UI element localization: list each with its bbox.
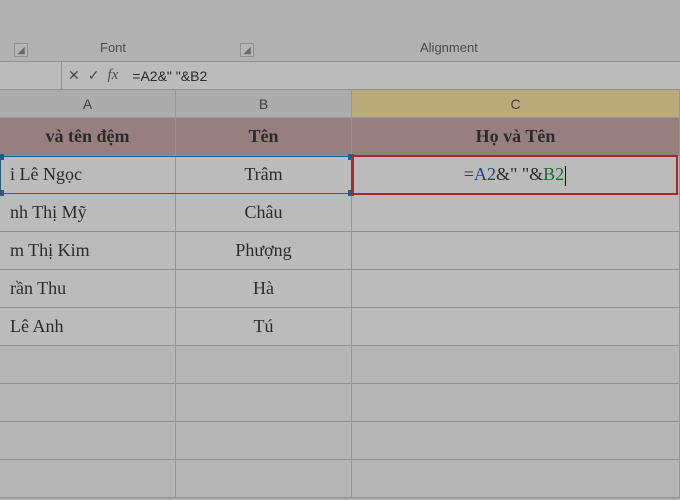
- header-cell-b[interactable]: Tên: [176, 118, 352, 156]
- cell-c3[interactable]: [352, 194, 680, 232]
- cell-c6[interactable]: [352, 308, 680, 346]
- empty-cell[interactable]: [0, 384, 176, 422]
- empty-cell[interactable]: [352, 384, 680, 422]
- formula-input[interactable]: =A2&" "&B2: [124, 68, 680, 84]
- cell-b4[interactable]: Phượng: [176, 232, 352, 270]
- cell-b5[interactable]: Hà: [176, 270, 352, 308]
- cell-b2[interactable]: Trâm: [176, 156, 352, 194]
- header-cell-c[interactable]: Họ và Tên: [352, 118, 680, 156]
- enter-icon[interactable]: ✓: [88, 67, 100, 84]
- column-header-c[interactable]: C: [352, 90, 680, 118]
- cancel-icon[interactable]: ✕: [68, 67, 80, 84]
- ribbon-group-font-label: Font: [100, 40, 126, 55]
- insert-function-icon[interactable]: fx: [107, 67, 118, 84]
- inline-formula: =A2&" "&B2: [464, 164, 566, 186]
- empty-cell[interactable]: [0, 460, 176, 498]
- empty-cell[interactable]: [176, 384, 352, 422]
- cell-a3[interactable]: nh Thị Mỹ: [0, 194, 176, 232]
- formula-bar: ✕ ✓ fx =A2&" "&B2: [0, 62, 680, 90]
- empty-cell[interactable]: [0, 346, 176, 384]
- column-header-b[interactable]: B: [176, 90, 352, 118]
- empty-cell[interactable]: [176, 422, 352, 460]
- cell-a5[interactable]: rần Thu: [0, 270, 176, 308]
- cell-c5[interactable]: [352, 270, 680, 308]
- sheet-body[interactable]: và tên đệm Tên Họ và Tên i Lê Ngọc Trâm …: [0, 118, 680, 346]
- ribbon-group-alignment-label: Alignment: [420, 40, 478, 55]
- cell-b3[interactable]: Châu: [176, 194, 352, 232]
- empty-cell[interactable]: [0, 422, 176, 460]
- header-cell-a[interactable]: và tên đệm: [0, 118, 176, 156]
- spreadsheet-grid[interactable]: A B C và tên đệm Tên Họ và Tên i Lê Ngọc…: [0, 90, 680, 498]
- cell-b6[interactable]: Tú: [176, 308, 352, 346]
- cell-a2[interactable]: i Lê Ngọc: [0, 156, 176, 194]
- active-cell-c2[interactable]: =A2&" "&B2: [352, 155, 678, 195]
- empty-cell[interactable]: [352, 346, 680, 384]
- cell-c4[interactable]: [352, 232, 680, 270]
- text-cursor: [565, 166, 566, 186]
- name-box[interactable]: [0, 62, 62, 89]
- empty-cell[interactable]: [352, 460, 680, 498]
- cell-a6[interactable]: Lê Anh: [0, 308, 176, 346]
- cell-a4[interactable]: m Thị Kim: [0, 232, 176, 270]
- dialog-launcher-icon[interactable]: ◢: [240, 43, 254, 57]
- empty-cell[interactable]: [352, 422, 680, 460]
- empty-cell[interactable]: [176, 346, 352, 384]
- empty-cell[interactable]: [176, 460, 352, 498]
- column-header-a[interactable]: A: [0, 90, 176, 118]
- ribbon: ◢ Font ◢ Alignment: [0, 0, 680, 62]
- dialog-launcher-icon[interactable]: ◢: [14, 43, 28, 57]
